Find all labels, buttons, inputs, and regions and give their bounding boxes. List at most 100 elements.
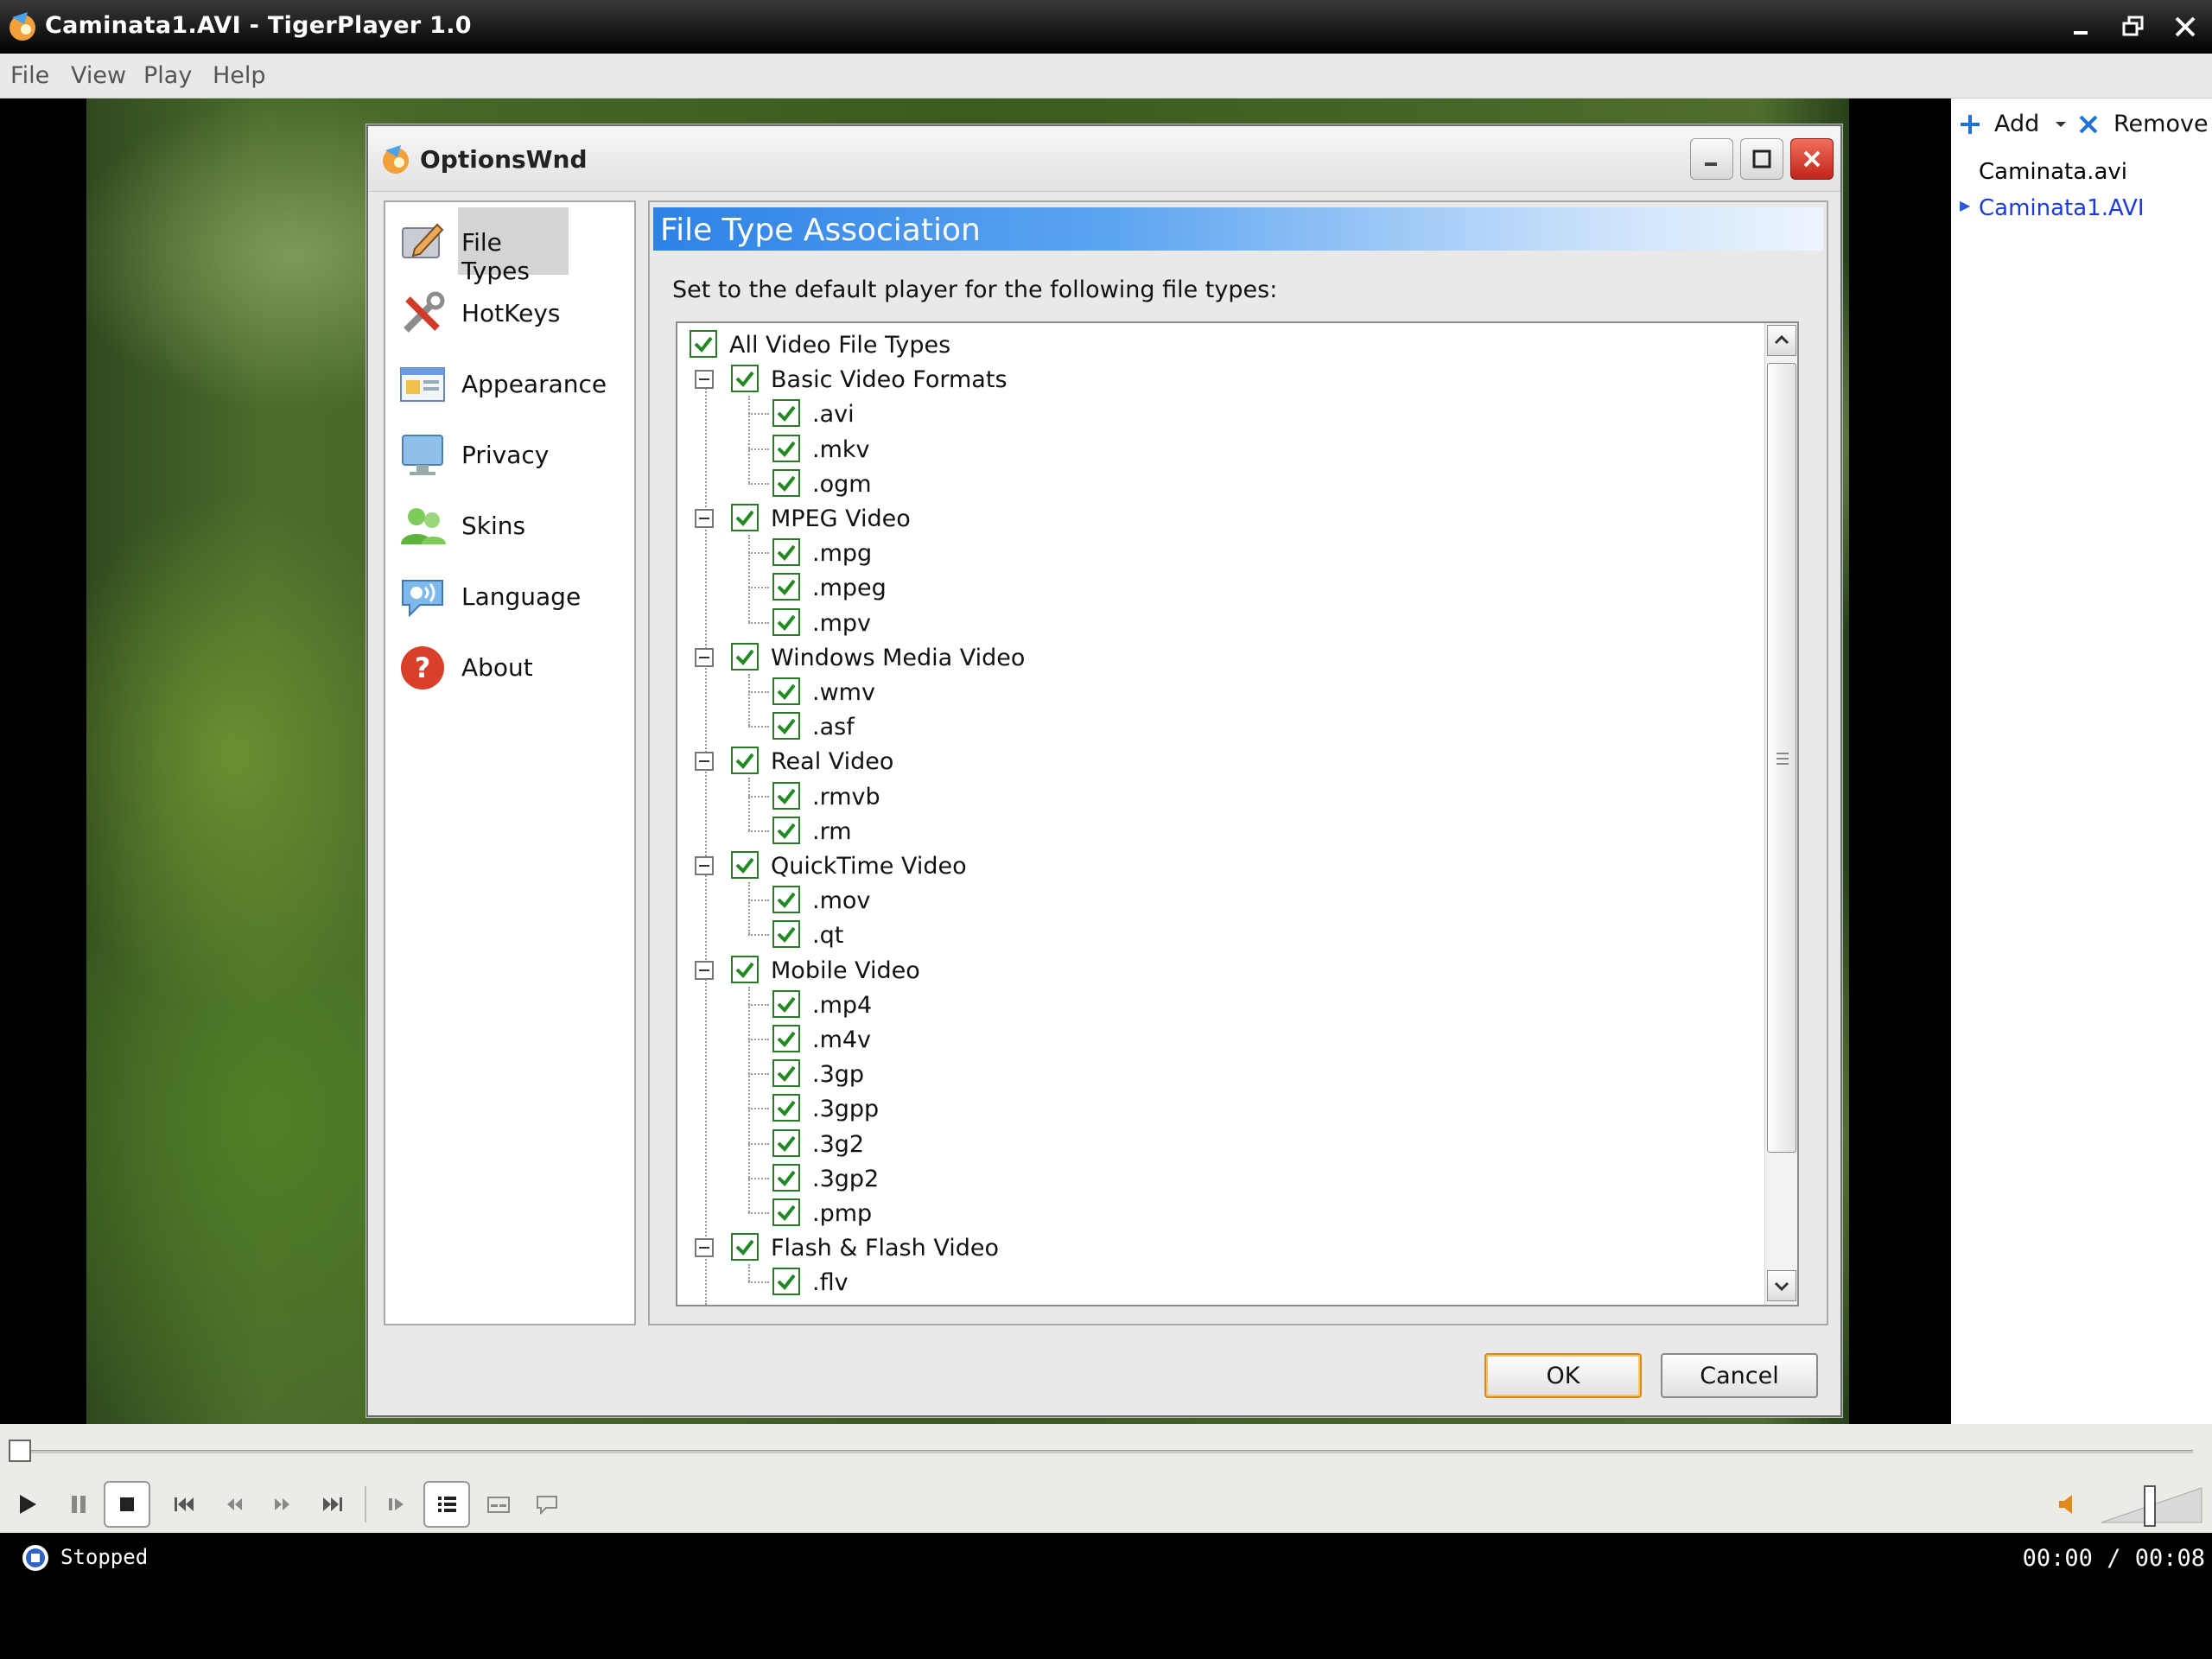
tree-item[interactable]: .avi xyxy=(677,396,1740,430)
tree-item[interactable]: .mpg xyxy=(677,535,1740,569)
nav-language[interactable]: Language xyxy=(394,562,627,627)
tree-item[interactable]: .mp4 xyxy=(677,987,1740,1021)
minimize-button[interactable] xyxy=(2060,7,2103,47)
checkbox[interactable] xyxy=(772,434,800,462)
collapse-toggle[interactable] xyxy=(695,1238,714,1258)
checkbox[interactable] xyxy=(772,1094,800,1122)
dialog-maximize-button[interactable] xyxy=(1740,138,1783,180)
checkbox[interactable] xyxy=(772,1025,800,1052)
nav-skins[interactable]: Skins xyxy=(394,491,627,556)
checkbox[interactable] xyxy=(731,504,759,531)
checkbox[interactable] xyxy=(772,781,800,810)
playlist-remove-button[interactable]: Remove xyxy=(2077,111,2209,137)
tree-item[interactable]: .3gp xyxy=(677,1056,1740,1090)
checkbox[interactable] xyxy=(731,365,759,393)
nav-hotkeys[interactable]: HotKeys xyxy=(394,278,627,344)
tree-item[interactable]: .rm xyxy=(677,813,1740,848)
scroll-down-button[interactable] xyxy=(1767,1270,1796,1301)
previous-button[interactable] xyxy=(161,1481,207,1528)
tree-root[interactable]: All Video File Types xyxy=(677,327,1740,361)
collapse-toggle[interactable] xyxy=(695,856,714,875)
checkbox[interactable] xyxy=(772,1163,800,1192)
checkbox[interactable] xyxy=(772,1059,800,1088)
tree-item[interactable]: .flv xyxy=(677,1264,1740,1299)
checkbox[interactable] xyxy=(731,747,759,775)
tree-item[interactable]: .mpv xyxy=(677,605,1740,639)
rewind-button[interactable] xyxy=(211,1481,257,1528)
tree-item[interactable]: .mov xyxy=(677,882,1740,917)
dialog-close-button[interactable] xyxy=(1790,138,1834,180)
menu-play[interactable]: Play xyxy=(143,62,192,89)
nav-about[interactable]: ? About xyxy=(394,632,627,698)
checkbox[interactable] xyxy=(772,1128,800,1157)
checkbox[interactable] xyxy=(731,642,759,671)
scroll-thumb[interactable] xyxy=(1767,363,1796,1153)
stop-button[interactable] xyxy=(104,1481,150,1528)
tree-item[interactable]: .ogm xyxy=(677,466,1740,500)
tree-group[interactable]: MPEG Video xyxy=(677,500,1740,535)
cancel-button[interactable]: Cancel xyxy=(1661,1353,1818,1398)
checkbox[interactable] xyxy=(772,677,800,705)
playlist-toggle-button[interactable] xyxy=(423,1481,470,1528)
tree-group[interactable]: Real Video xyxy=(677,743,1740,778)
menu-file[interactable]: File xyxy=(10,62,49,89)
tree-group[interactable]: QuickTime Video xyxy=(677,848,1740,882)
checkbox[interactable] xyxy=(772,1268,800,1296)
tree-item[interactable]: .mkv xyxy=(677,431,1740,466)
checkbox[interactable] xyxy=(731,1233,759,1262)
close-button[interactable] xyxy=(2164,7,2207,47)
play-button[interactable] xyxy=(3,1481,50,1528)
collapse-toggle[interactable] xyxy=(695,647,714,667)
nav-file-types[interactable]: File Types xyxy=(394,207,627,285)
checkbox[interactable] xyxy=(690,330,717,358)
checkbox[interactable] xyxy=(772,468,800,497)
collapse-toggle[interactable] xyxy=(695,960,714,980)
frame-step-button[interactable] xyxy=(373,1481,420,1528)
nav-privacy[interactable]: Privacy xyxy=(394,420,627,486)
tree-group[interactable]: Flash & Flash Video xyxy=(677,1230,1740,1264)
collapse-toggle[interactable] xyxy=(695,370,714,390)
checkbox[interactable] xyxy=(772,886,800,914)
nav-appearance[interactable]: Appearance xyxy=(394,349,627,415)
playlist-item-current[interactable]: Caminata1.AVI xyxy=(1979,195,2145,221)
subtitle-button[interactable] xyxy=(475,1481,522,1528)
checkbox[interactable] xyxy=(772,607,800,636)
tree-group[interactable]: Windows Media Video xyxy=(677,639,1740,674)
tree-item[interactable]: .wmv xyxy=(677,674,1740,709)
checkbox[interactable] xyxy=(772,399,800,428)
tree-item[interactable]: .pmp xyxy=(677,1195,1740,1230)
tree-item[interactable]: .rmvb xyxy=(677,779,1740,813)
dialog-minimize-button[interactable] xyxy=(1690,138,1733,180)
checkbox[interactable] xyxy=(772,1198,800,1226)
tree-item[interactable]: .mpeg xyxy=(677,569,1740,604)
pause-button[interactable] xyxy=(55,1481,102,1528)
tree-item[interactable]: .3gpp xyxy=(677,1090,1740,1125)
restore-button[interactable] xyxy=(2112,7,2155,47)
menu-view[interactable]: View xyxy=(71,62,126,89)
seek-track[interactable] xyxy=(10,1450,2193,1453)
tree-item[interactable]: .3g2 xyxy=(677,1126,1740,1160)
seek-bar[interactable] xyxy=(0,1424,2212,1474)
checkbox[interactable] xyxy=(731,955,759,983)
tree-item[interactable]: .m4v xyxy=(677,1021,1740,1056)
tree-group[interactable]: Mobile Video xyxy=(677,952,1740,987)
tree-item[interactable]: .qt xyxy=(677,917,1740,951)
collapse-toggle[interactable] xyxy=(695,752,714,772)
checkbox[interactable] xyxy=(731,851,759,879)
next-button[interactable] xyxy=(309,1481,356,1528)
collapse-toggle[interactable] xyxy=(695,509,714,528)
checkbox[interactable] xyxy=(772,989,800,1018)
playlist-item[interactable]: Caminata.avi xyxy=(1979,159,2127,185)
tree-group[interactable]: Basic Video Formats xyxy=(677,361,1740,396)
playlist-add-button[interactable]: Add xyxy=(1958,111,2070,137)
tree-item[interactable]: .3gp2 xyxy=(677,1160,1740,1195)
dialog-title-bar[interactable]: OptionsWnd xyxy=(368,126,1840,192)
ok-button[interactable]: OK xyxy=(1484,1353,1642,1398)
checkbox[interactable] xyxy=(772,538,800,567)
tree-scrollbar[interactable] xyxy=(1764,323,1797,1305)
scroll-up-button[interactable] xyxy=(1767,325,1796,356)
seek-thumb[interactable] xyxy=(9,1440,31,1462)
checkbox[interactable] xyxy=(772,573,800,601)
chat-button[interactable] xyxy=(524,1481,570,1528)
mute-button[interactable] xyxy=(2044,1481,2091,1528)
